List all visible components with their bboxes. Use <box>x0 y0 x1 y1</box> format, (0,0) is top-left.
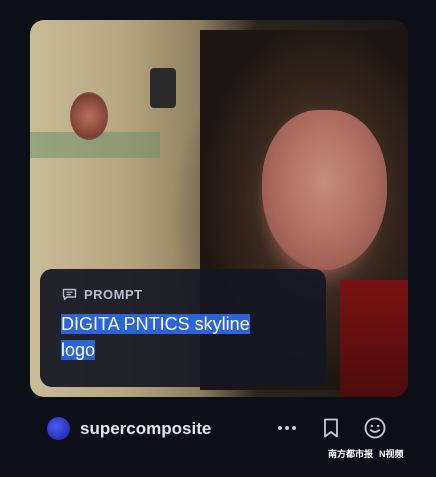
prompt-text[interactable]: DIGITA PNTICS skyline logo <box>61 311 291 363</box>
watermark-text-1: 南方都市报 <box>328 449 374 459</box>
bookmark-button[interactable] <box>320 417 342 439</box>
action-bar <box>276 417 386 439</box>
prompt-text-line-2: logo <box>61 340 96 360</box>
watermark-text-2: N视频 <box>379 449 404 459</box>
smiley-icon <box>364 417 386 439</box>
prompt-label: PROMPT <box>84 287 143 302</box>
author-info[interactable]: supercomposite <box>47 417 211 440</box>
prompt-header: PROMPT <box>62 287 143 302</box>
prompt-panel: PROMPT DIGITA PNTICS skyline logo <box>40 269 326 387</box>
prompt-text-line-1: DIGITA PNTICS skyline <box>61 314 250 334</box>
background-lamp <box>150 68 176 108</box>
reaction-button[interactable] <box>364 417 386 439</box>
face-shape <box>262 110 387 270</box>
red-clothing <box>340 280 408 397</box>
bookmark-icon <box>324 418 338 438</box>
message-icon <box>62 288 77 301</box>
avatar[interactable] <box>47 417 70 440</box>
watermark: 南方都市报 N视频 <box>328 447 404 460</box>
more-dots-icon <box>278 426 296 430</box>
author-name[interactable]: supercomposite <box>80 419 211 439</box>
more-options-button[interactable] <box>276 417 298 439</box>
background-figure <box>70 92 108 140</box>
